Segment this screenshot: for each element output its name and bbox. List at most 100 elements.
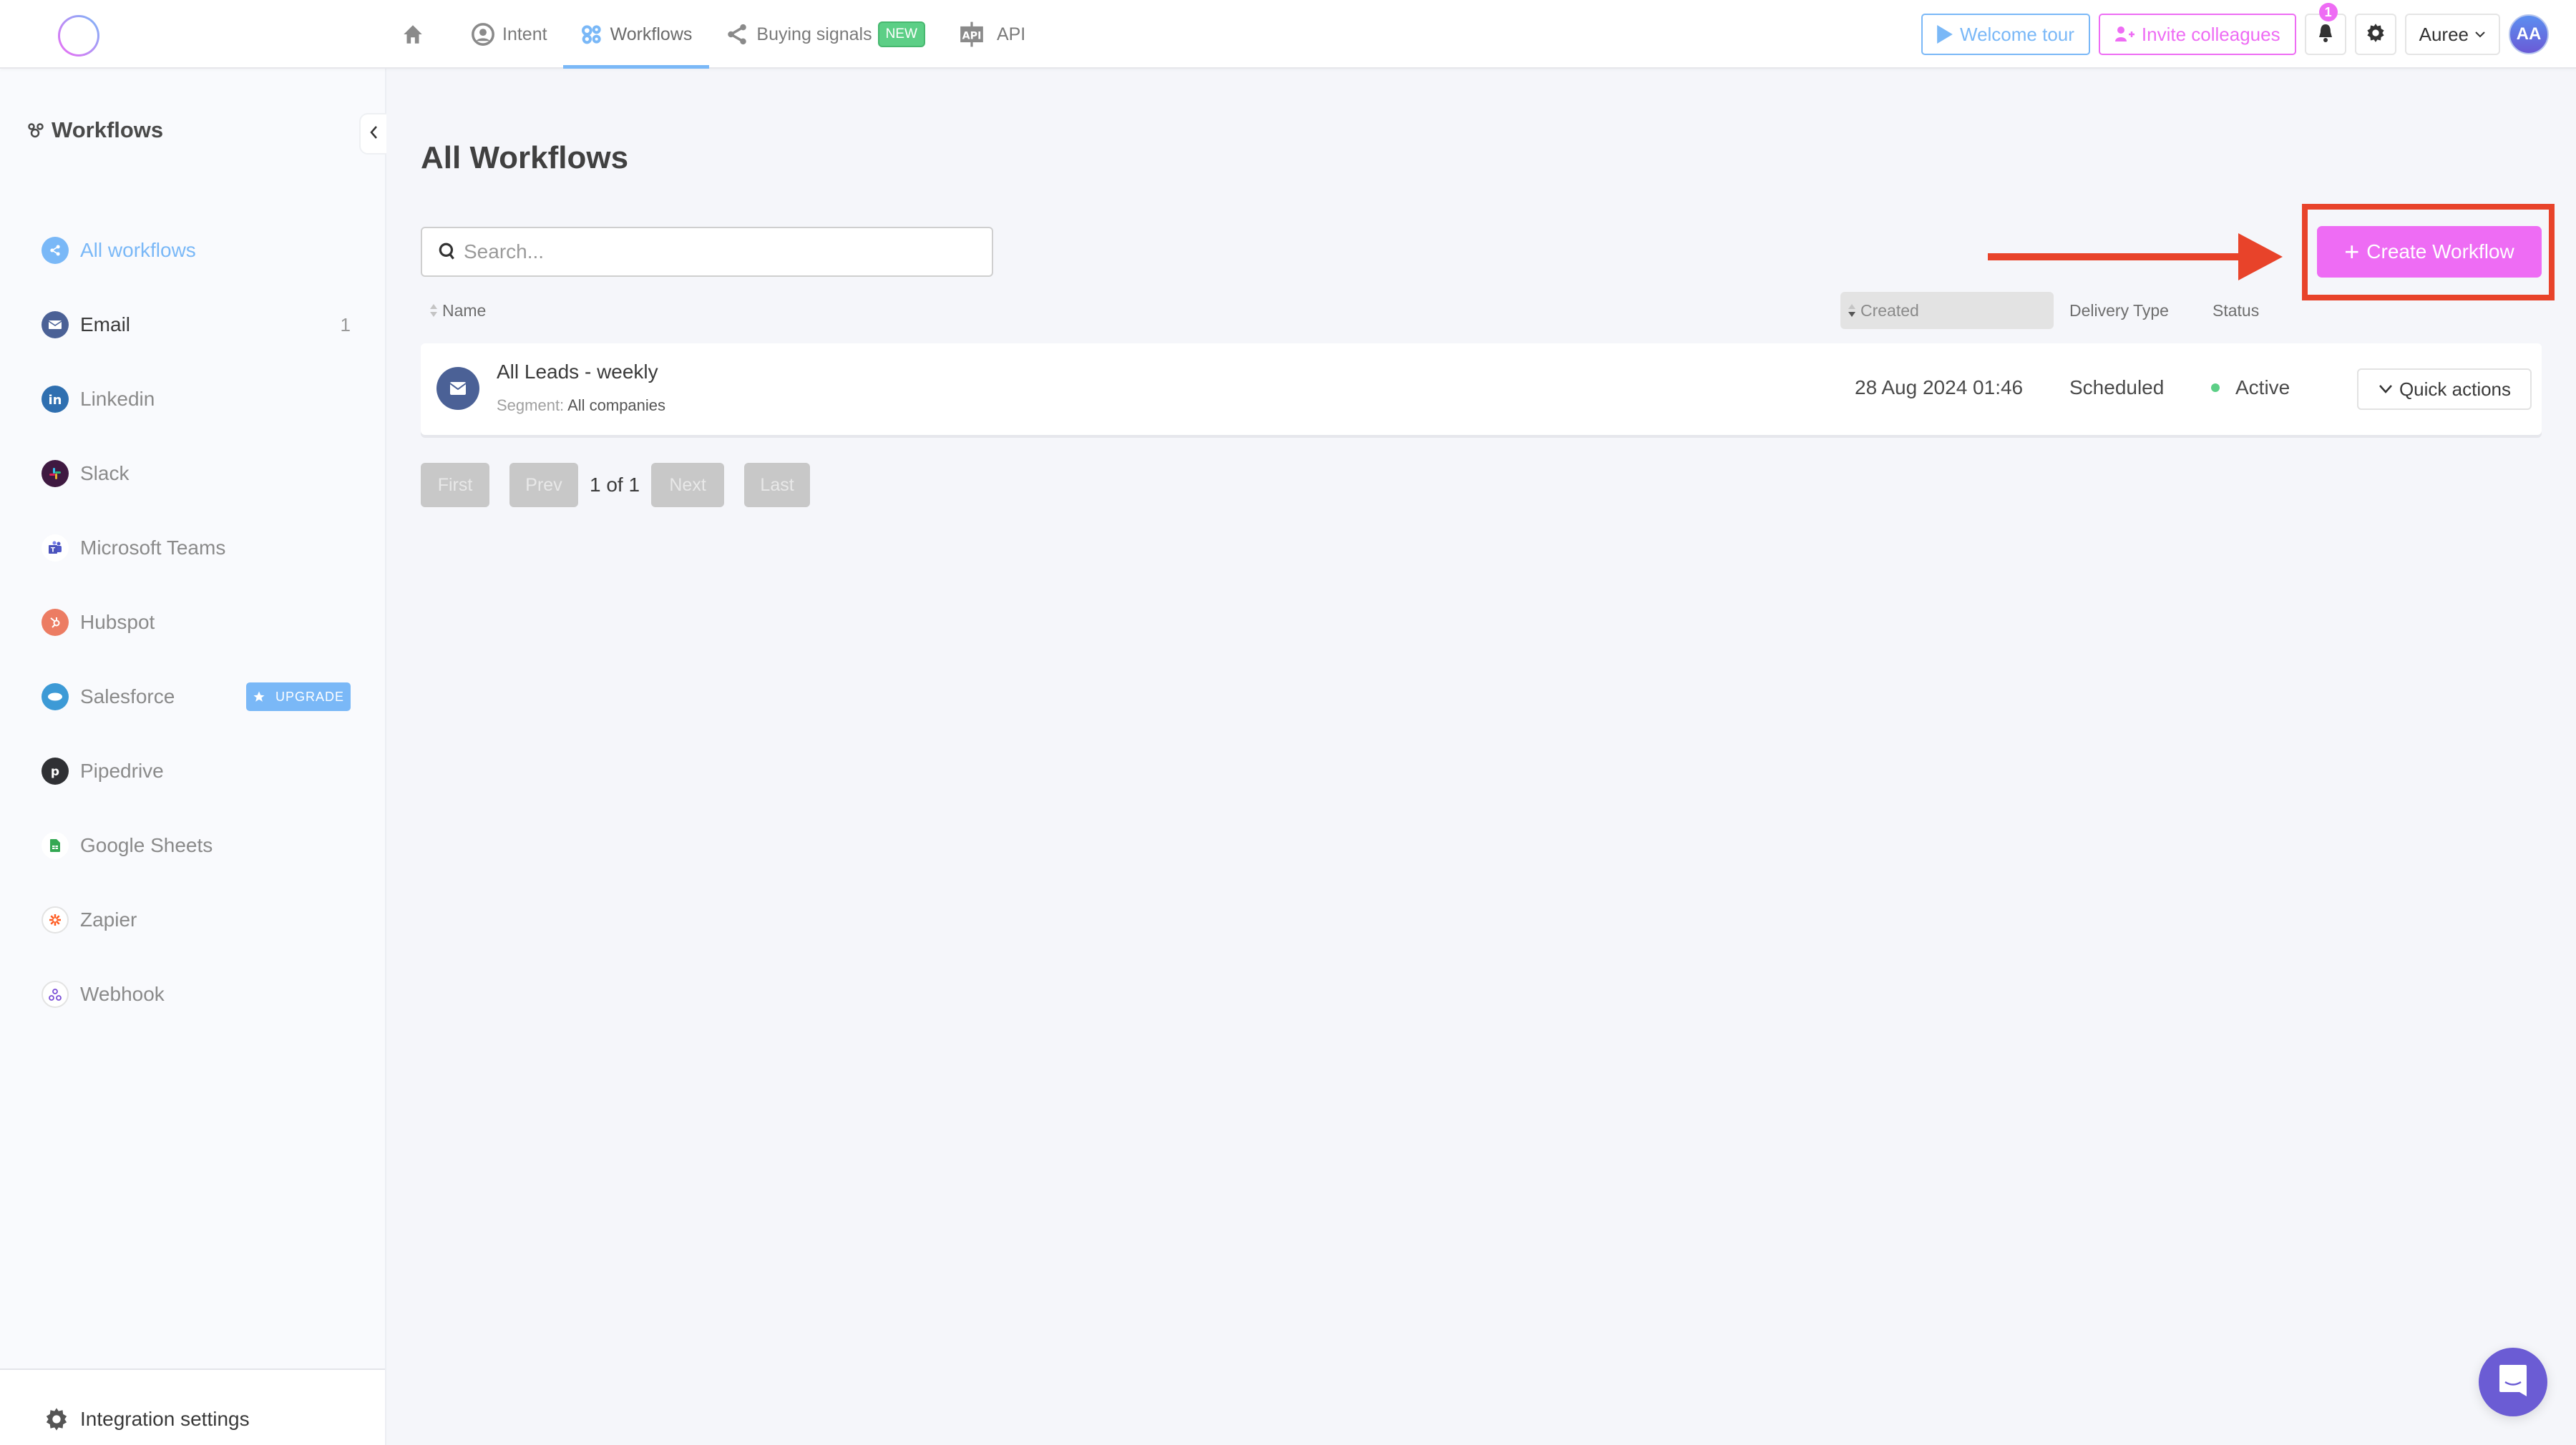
- share-icon: [42, 237, 69, 264]
- notification-count-badge: 1: [2318, 3, 2338, 21]
- sidebar-item-microsoft-teams[interactable]: T Microsoft Teams: [42, 511, 351, 585]
- sidebar-item-label: Linkedin: [80, 388, 155, 410]
- ring-logo-icon[interactable]: [58, 15, 99, 57]
- api-icon: API: [958, 21, 985, 48]
- sidebar-item-label: Hubspot: [80, 611, 155, 633]
- column-header-status[interactable]: Status: [2212, 292, 2259, 329]
- linkedin-icon: in: [42, 386, 69, 413]
- sidebar-item-email[interactable]: Email 1: [42, 288, 351, 362]
- workflows-icon: [580, 22, 603, 46]
- sidebar-item-label: All workflows: [80, 239, 196, 261]
- column-header-name[interactable]: Name: [429, 292, 486, 329]
- user-menu-dropdown[interactable]: Auree: [2404, 14, 2500, 55]
- nav-home[interactable]: [401, 0, 434, 69]
- hubspot-icon: [42, 609, 69, 636]
- upgrade-badge[interactable]: UPGRADE: [246, 682, 351, 711]
- google-sheets-icon: [42, 832, 69, 859]
- column-header-name-label: Name: [442, 300, 487, 320]
- chevron-down-icon: [2378, 383, 2394, 395]
- sidebar-item-label: Pipedrive: [80, 760, 164, 782]
- sidebar-item-google-sheets[interactable]: Google Sheets: [42, 808, 351, 883]
- nav-workflows-label: Workflows: [610, 24, 693, 44]
- svg-text:in: in: [49, 393, 62, 407]
- avatar[interactable]: AA: [2509, 14, 2549, 54]
- column-header-delivery-label: Delivery Type: [2069, 300, 2169, 320]
- sidebar-footer: Integration settings: [0, 1368, 385, 1445]
- column-header-delivery-type[interactable]: Delivery Type: [2069, 292, 2169, 329]
- welcome-tour-button[interactable]: Welcome tour: [1921, 14, 2090, 55]
- nav-api[interactable]: API API: [958, 0, 1025, 69]
- gear-icon: [2366, 23, 2386, 46]
- quick-actions-button[interactable]: Quick actions: [2357, 368, 2532, 410]
- chevron-left-icon: [369, 124, 379, 144]
- search-input[interactable]: [464, 240, 965, 263]
- integration-settings-link[interactable]: Integration settings: [44, 1407, 250, 1431]
- sort-icon: [429, 303, 438, 318]
- column-header-created-label: Created: [1860, 300, 1919, 320]
- nav-api-label: API: [996, 24, 1026, 44]
- sidebar-item-label: Salesforce: [80, 685, 175, 707]
- workflow-name[interactable]: All Leads - weekly: [497, 361, 658, 383]
- sidebar-item-linkedin[interactable]: in Linkedin: [42, 362, 351, 436]
- sidebar-item-count: 1: [340, 313, 351, 335]
- annotation-arrow: [1988, 233, 2288, 284]
- search-field[interactable]: [421, 227, 993, 277]
- workflow-delivery-type: Scheduled: [2069, 376, 2165, 398]
- plus-icon: +: [2344, 237, 2360, 266]
- segment-label: Segment:: [497, 396, 565, 414]
- collapse-sidebar-button[interactable]: [359, 113, 386, 155]
- sidebar-title-text: Workflows: [52, 117, 164, 142]
- pagination-last-button[interactable]: Last: [744, 463, 811, 507]
- nav-intent[interactable]: Intent: [471, 0, 547, 69]
- sort-desc-icon: [1848, 303, 1856, 318]
- chat-icon: [2498, 1363, 2528, 1401]
- sidebar-item-hubspot[interactable]: Hubspot: [42, 585, 351, 660]
- notifications-button[interactable]: 1: [2304, 3, 2346, 55]
- zapier-icon: [42, 906, 69, 934]
- sidebar-item-salesforce[interactable]: Salesforce UPGRADE: [42, 660, 351, 734]
- welcome-tour-label: Welcome tour: [1960, 23, 2074, 45]
- nav-buying-signals[interactable]: Buying signals NEW: [725, 0, 925, 69]
- sidebar-item-slack[interactable]: Slack: [42, 436, 351, 511]
- pagination-first-button[interactable]: First: [421, 463, 489, 507]
- sidebar-item-label: Webhook: [80, 983, 165, 1005]
- create-workflow-label: Create Workflow: [2366, 240, 2514, 263]
- column-header-created[interactable]: Created: [1840, 292, 2054, 329]
- svg-text:p: p: [51, 765, 59, 779]
- pagination-next-button[interactable]: Next: [651, 463, 725, 507]
- sidebar-item-webhook[interactable]: Webhook: [42, 957, 351, 1032]
- workflow-created-date: 28 Aug 2024 01:46: [1855, 376, 2024, 398]
- sidebar-item-pipedrive[interactable]: p Pipedrive: [42, 734, 351, 808]
- top-navigation-bar: Intent Workflows Buying signals NEW API …: [0, 0, 2576, 69]
- nav-intent-label: Intent: [502, 24, 547, 44]
- workflow-segment: Segment: All companies: [497, 396, 665, 415]
- new-badge: NEW: [877, 21, 925, 47]
- email-icon: [42, 311, 69, 338]
- salesforce-icon: [42, 683, 69, 710]
- column-header-status-label: Status: [2212, 300, 2260, 320]
- nav-workflows[interactable]: Workflows: [562, 0, 710, 69]
- pagination-info: 1 of 1: [590, 474, 640, 496]
- play-icon: [1937, 25, 1953, 44]
- page-title: All Workflows: [421, 140, 629, 175]
- search-icon: [438, 242, 457, 262]
- email-icon: [436, 367, 479, 410]
- pagination-prev-button[interactable]: Prev: [509, 463, 578, 507]
- invite-colleagues-label: Invite colleagues: [2141, 23, 2280, 45]
- sidebar-item-all-workflows[interactable]: All workflows: [42, 213, 351, 288]
- teams-icon: T: [42, 534, 69, 562]
- sidebar-item-label: Email: [80, 313, 131, 335]
- sidebar-item-zapier[interactable]: Zapier: [42, 883, 351, 957]
- upgrade-label: UPGRADE: [275, 689, 344, 704]
- home-icon: [401, 22, 425, 46]
- sidebar: Workflows All workflows Email 1 in Linke…: [0, 69, 386, 1445]
- invite-colleagues-button[interactable]: Invite colleagues: [2098, 14, 2296, 55]
- settings-button[interactable]: [2354, 14, 2396, 55]
- chat-support-button[interactable]: [2479, 1348, 2547, 1416]
- sidebar-item-label: Google Sheets: [80, 834, 213, 856]
- table-row[interactable]: All Leads - weekly Segment: All companie…: [421, 343, 2542, 435]
- gear-icon: [44, 1407, 69, 1431]
- chevron-down-icon: [2474, 30, 2486, 39]
- integration-settings-label: Integration settings: [80, 1408, 250, 1430]
- create-workflow-button[interactable]: + Create Workflow: [2317, 226, 2542, 278]
